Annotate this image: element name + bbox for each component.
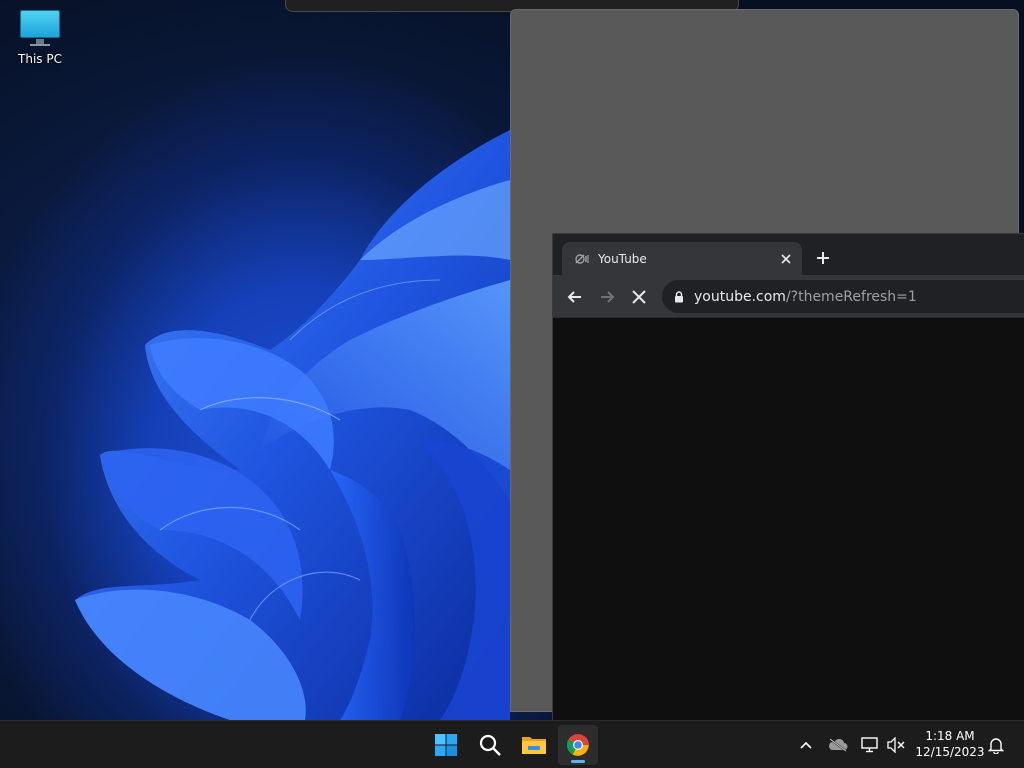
network-icon — [861, 737, 878, 753]
plus-icon — [817, 252, 829, 264]
chrome-icon — [567, 734, 589, 756]
new-tab-button[interactable] — [811, 246, 835, 270]
clock-date: 12/15/2023 — [915, 745, 985, 759]
url-path: /?themeRefresh=1 — [785, 288, 917, 305]
monitor-icon — [18, 8, 62, 48]
network-tray-button[interactable] — [860, 735, 880, 755]
close-icon[interactable] — [776, 249, 796, 269]
chrome-taskbar-button[interactable] — [558, 725, 598, 765]
taskbar: 1:18 AM 12/15/2023 — [0, 720, 1024, 768]
desktop-icon-label: This PC — [18, 52, 62, 66]
stop-loading-button[interactable] — [626, 284, 652, 310]
lock-icon[interactable] — [672, 290, 686, 304]
page-content[interactable] — [553, 318, 1024, 720]
folder-icon — [522, 737, 546, 754]
search-icon — [479, 734, 501, 756]
tab-title: YouTube — [598, 251, 647, 266]
notifications-button[interactable] — [986, 735, 1006, 755]
running-indicator — [571, 760, 585, 763]
show-hidden-icons-button[interactable] — [796, 735, 816, 755]
address-bar[interactable]: youtube.com/?themeRefresh=1 — [662, 280, 1024, 313]
file-explorer-button[interactable] — [514, 725, 554, 765]
windows-logo-icon — [435, 734, 457, 756]
url-text: youtube.com/?themeRefresh=1 — [694, 289, 917, 305]
tab-youtube[interactable]: YouTube — [562, 242, 802, 275]
clock-time: 1:18 AM — [925, 729, 975, 743]
close-icon — [632, 290, 646, 304]
onedrive-offline-icon — [829, 738, 848, 752]
volume-tray-button[interactable] — [886, 735, 906, 755]
desktop-icon-this-pc[interactable]: This PC — [10, 8, 70, 78]
forward-button[interactable] — [594, 284, 620, 310]
arrow-right-icon — [601, 291, 615, 303]
volume-muted-icon — [887, 737, 905, 753]
back-button[interactable] — [562, 284, 588, 310]
chrome-window[interactable]: YouTube youtube.com/?themeRefresh=1 — [552, 233, 1024, 720]
clock[interactable]: 1:18 AM 12/15/2023 — [914, 728, 986, 762]
muted-audio-icon[interactable] — [574, 251, 590, 267]
search-button[interactable] — [470, 725, 510, 765]
chevron-up-icon — [800, 741, 812, 749]
browser-toolbar: youtube.com/?themeRefresh=1 — [553, 275, 1024, 318]
tab-strip: YouTube — [553, 234, 1024, 275]
onedrive-tray-button[interactable] — [828, 735, 848, 755]
bell-icon — [988, 738, 1004, 754]
start-button[interactable] — [426, 725, 466, 765]
arrow-left-icon — [567, 291, 581, 303]
url-domain: youtube.com — [694, 288, 786, 305]
